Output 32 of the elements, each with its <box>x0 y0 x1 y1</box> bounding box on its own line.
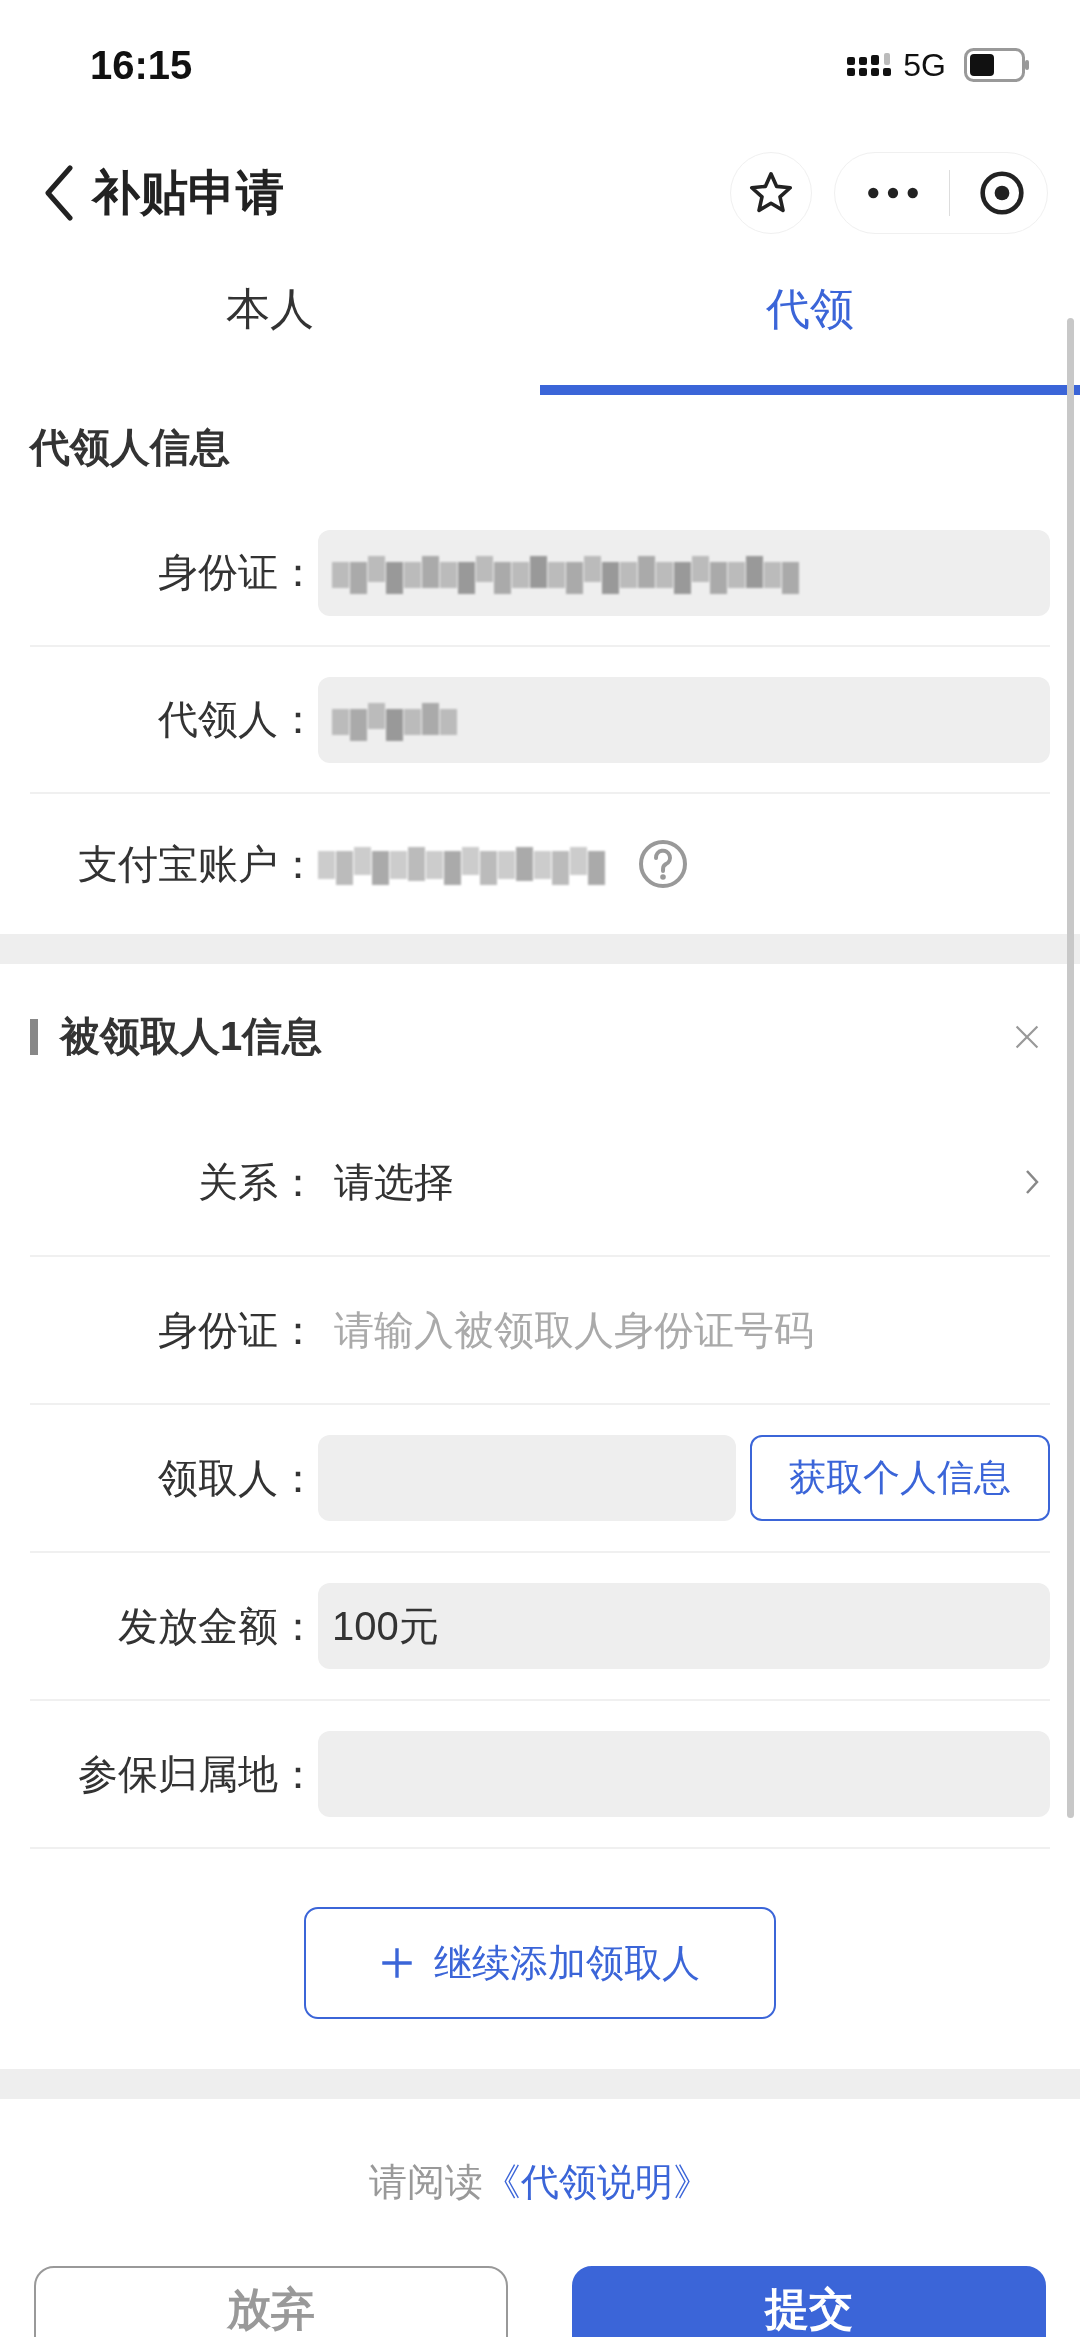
field-label: 身份证： <box>157 1306 318 1354</box>
section-title: 代领人信息 <box>30 424 231 471</box>
notice-text: 请阅读 <box>369 2160 483 2205</box>
signal-icon <box>847 53 894 77</box>
instructions-link[interactable]: 《代领说明》 <box>483 2157 711 2208</box>
readonly-field: 100元 <box>318 1583 1050 1669</box>
battery-icon <box>964 48 1030 82</box>
field-label: 关系： <box>197 1158 318 1206</box>
back-icon[interactable] <box>44 164 74 221</box>
chevron-icon <box>1024 1168 1040 1196</box>
more-icon[interactable] <box>867 186 919 199</box>
field-label: 身份证： <box>157 549 318 596</box>
add-recipient-button[interactable]: 继续添加领取人 <box>304 1907 776 2019</box>
network-label: 5G <box>903 46 946 84</box>
page-title: 补贴申请 <box>92 164 284 221</box>
field-label: 发放金额： <box>117 1602 318 1650</box>
field-label: 参保归属地： <box>77 1750 318 1798</box>
field-label: 代领人： <box>157 696 318 743</box>
section-title: 被领取人1信息 <box>60 1013 323 1060</box>
close-target-icon[interactable] <box>979 169 1025 216</box>
close-icon[interactable] <box>1014 1023 1040 1050</box>
section-marker <box>30 1018 38 1055</box>
help-icon[interactable] <box>638 839 688 889</box>
submit-button[interactable]: 提交 <box>572 2266 1046 2337</box>
status-time: 16:15 <box>90 42 193 88</box>
select-field[interactable]: 请选择 <box>318 1154 1024 1210</box>
field-label: 领取人： <box>157 1454 318 1502</box>
cancel-button[interactable]: 放弃 <box>34 2266 508 2337</box>
fetch-info-button[interactable]: 获取个人信息 <box>750 1435 1050 1521</box>
field-label: 支付宝账户： <box>77 840 318 888</box>
input-field[interactable]: 请输入被领取人身份证号码 <box>318 1289 1050 1371</box>
plus-icon <box>380 1946 414 1980</box>
